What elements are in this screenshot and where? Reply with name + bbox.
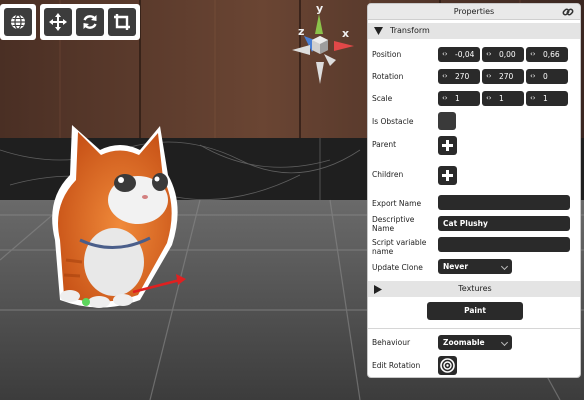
panel-title-bar: Properties: [368, 4, 580, 20]
script-variable-name-label: Script variable name: [372, 238, 427, 256]
rotation-y-value: 270: [499, 72, 514, 81]
textures-section-label: Textures: [458, 284, 492, 293]
rotation-z-value: 0: [543, 72, 548, 81]
spinner-icon: ‹›: [486, 94, 492, 102]
panel-title: Properties: [453, 7, 495, 16]
spinner-icon: ‹›: [442, 72, 448, 80]
add-children-button[interactable]: [438, 166, 457, 185]
gizmo-x-label: x: [342, 27, 350, 40]
spinner-icon: ‹›: [486, 72, 492, 80]
descriptive-name-input[interactable]: Cat Plushy: [438, 216, 570, 231]
spinner-icon: ‹›: [486, 50, 492, 58]
scale-y-value: 1: [499, 94, 504, 103]
scale-z-field[interactable]: ‹› 1: [526, 91, 568, 106]
position-z-value: 0,66: [543, 50, 560, 59]
position-x-field[interactable]: ‹› -0,04: [438, 47, 480, 62]
update-clone-value: Never: [443, 262, 469, 271]
script-variable-name-input[interactable]: [438, 237, 570, 252]
gizmo-z-label: z: [298, 25, 305, 38]
expand-down-icon: [374, 27, 383, 35]
behaviour-label: Behaviour: [372, 338, 411, 347]
edit-rotation-label: Edit Rotation: [372, 361, 421, 370]
behaviour-select[interactable]: Zoomable: [438, 335, 512, 350]
children-label: Children: [372, 170, 404, 179]
spinner-icon: ‹›: [530, 94, 536, 102]
export-name-input[interactable]: [438, 195, 570, 210]
globe-icon: [11, 14, 25, 30]
axis-gizmo[interactable]: y z x: [282, 0, 368, 100]
transform-section-label: Transform: [390, 26, 430, 35]
position-label: Position: [372, 50, 402, 59]
edit-rotation-button[interactable]: [438, 356, 457, 375]
toolbar-transform-group: [40, 4, 140, 40]
rotate-button[interactable]: [76, 8, 104, 36]
paint-button[interactable]: Paint: [427, 302, 523, 320]
rotation-x-field[interactable]: ‹› 270: [438, 69, 480, 84]
is-obstacle-checkbox[interactable]: [438, 112, 456, 130]
scale-x-field[interactable]: ‹› 1: [438, 91, 480, 106]
spinner-icon: ‹›: [442, 94, 448, 102]
update-clone-label: Update Clone: [372, 263, 423, 272]
section-divider: [368, 328, 580, 329]
scale-z-value: 1: [543, 94, 548, 103]
position-y-value: 0,00: [499, 50, 516, 59]
target-icon: [440, 358, 455, 373]
expand-right-icon: [374, 285, 382, 294]
position-z-field[interactable]: ‹› 0,66: [526, 47, 568, 62]
behaviour-value: Zoomable: [443, 338, 485, 347]
axis-gizmo-graphic: [292, 14, 354, 84]
is-obstacle-label: Is Obstacle: [372, 117, 414, 126]
rotation-y-field[interactable]: ‹› 270: [482, 69, 524, 84]
link-icon[interactable]: [562, 6, 574, 18]
globe-button[interactable]: [4, 8, 32, 36]
scale-y-field[interactable]: ‹› 1: [482, 91, 524, 106]
move-arrows-icon: [49, 13, 67, 31]
descriptive-name-label: Descriptive Name: [372, 215, 415, 233]
spinner-icon: ‹›: [530, 50, 536, 58]
scale-x-value: 1: [455, 94, 460, 103]
spinner-icon: ‹›: [442, 50, 448, 58]
move-button[interactable]: [44, 8, 72, 36]
rotation-label: Rotation: [372, 72, 404, 81]
parent-label: Parent: [372, 140, 397, 149]
update-clone-select[interactable]: Never: [438, 259, 512, 274]
position-y-field[interactable]: ‹› 0,00: [482, 47, 524, 62]
chevron-down-icon: [500, 262, 509, 271]
textures-section-header[interactable]: Textures: [368, 281, 580, 297]
properties-panel: Properties Transform Position ‹› -0,04 ‹›…: [367, 3, 581, 378]
transform-section-header[interactable]: Transform: [368, 23, 580, 39]
scale-label: Scale: [372, 94, 393, 103]
rotation-z-field[interactable]: ‹› 0: [526, 69, 568, 84]
gizmo-y-label: y: [316, 2, 324, 15]
toolbar-left-group: [0, 4, 36, 40]
position-x-value: -0,04: [455, 50, 475, 59]
export-name-label: Export Name: [372, 199, 422, 208]
refresh-icon: [83, 15, 97, 29]
crop-icon: [114, 14, 130, 30]
add-parent-button[interactable]: [438, 136, 457, 155]
chevron-down-icon: [500, 338, 509, 347]
spinner-icon: ‹›: [530, 72, 536, 80]
crop-button[interactable]: [108, 8, 136, 36]
rotation-x-value: 270: [455, 72, 470, 81]
